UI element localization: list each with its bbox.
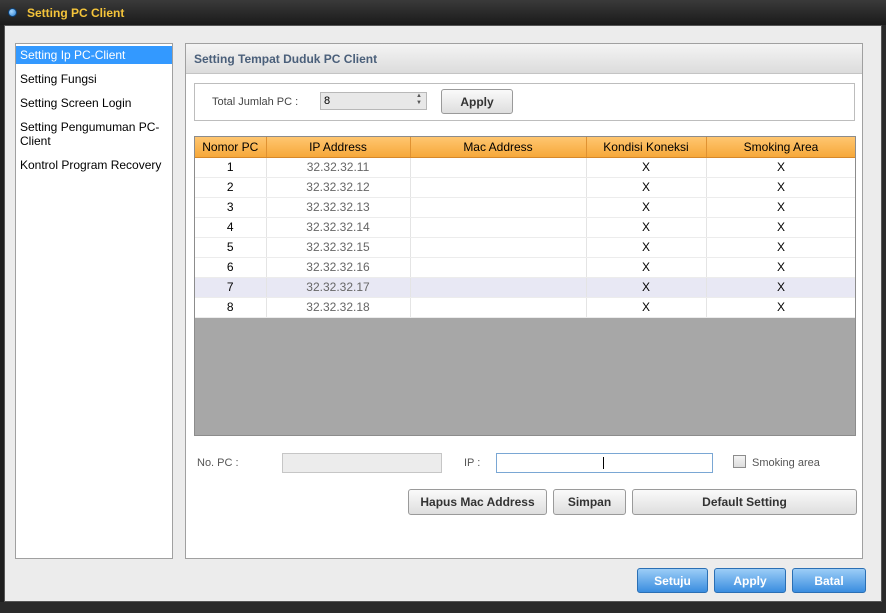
- cell-kondisi-koneksi: X: [586, 297, 707, 318]
- cell-kondisi-koneksi: X: [586, 257, 707, 278]
- cell-smoking-area: X: [706, 177, 855, 198]
- ip-input[interactable]: [496, 453, 713, 473]
- window-title: Setting PC Client: [27, 5, 125, 20]
- cell-mac-address: [410, 257, 587, 278]
- column-header-ip-address[interactable]: IP Address: [266, 137, 411, 158]
- apply-button[interactable]: Apply: [714, 568, 786, 593]
- table-header-row: Nomor PC IP Address Mac Address Kondisi …: [195, 137, 855, 158]
- settings-sidebar: Setting Ip PC-Client Setting Fungsi Sett…: [15, 43, 173, 559]
- cell-nomor-pc: 7: [195, 277, 267, 298]
- cell-mac-address: [410, 197, 587, 218]
- cell-kondisi-koneksi: X: [586, 197, 707, 218]
- total-pc-label: Total Jumlah PC :: [212, 96, 299, 108]
- column-header-mac-address[interactable]: Mac Address: [410, 137, 587, 158]
- cell-mac-address: [410, 217, 587, 238]
- default-setting-button[interactable]: Default Setting: [632, 489, 857, 515]
- cell-ip-address: 32.32.32.12: [266, 177, 411, 198]
- smoking-area-checkbox[interactable]: [733, 455, 746, 468]
- app-icon: [8, 8, 17, 17]
- cell-smoking-area: X: [706, 257, 855, 278]
- total-pc-value: 8: [324, 95, 331, 107]
- table-row[interactable]: 6 32.32.32.16 X X: [195, 257, 855, 278]
- settings-window: Setting Ip PC-Client Setting Fungsi Sett…: [4, 25, 882, 602]
- column-header-smoking-area[interactable]: Smoking Area: [706, 137, 855, 158]
- apply-total-button[interactable]: Apply: [441, 89, 513, 114]
- cell-nomor-pc: 3: [195, 197, 267, 218]
- cell-ip-address: 32.32.32.17: [266, 277, 411, 298]
- total-pc-spinner[interactable]: 8 ▲ ▼: [320, 92, 427, 110]
- table-row[interactable]: 2 32.32.32.12 X X: [195, 177, 855, 198]
- cell-mac-address: [410, 157, 587, 178]
- cell-mac-address: [410, 277, 587, 298]
- pc-client-grid: Nomor PC IP Address Mac Address Kondisi …: [194, 136, 856, 436]
- pc-client-table: Nomor PC IP Address Mac Address Kondisi …: [195, 137, 855, 318]
- setuju-button[interactable]: Setuju: [637, 568, 708, 593]
- hapus-mac-address-button[interactable]: Hapus Mac Address: [408, 489, 547, 515]
- cell-smoking-area: X: [706, 277, 855, 298]
- cell-ip-address: 32.32.32.11: [266, 157, 411, 178]
- cell-smoking-area: X: [706, 237, 855, 258]
- sidebar-item-setting-pengumuman[interactable]: Setting Pengumuman PC-Client: [16, 118, 172, 150]
- cell-nomor-pc: 4: [195, 217, 267, 238]
- cell-nomor-pc: 1: [195, 157, 267, 178]
- spinner-arrows-icon[interactable]: ▲ ▼: [414, 93, 424, 109]
- cell-nomor-pc: 6: [195, 257, 267, 278]
- sidebar-item-setting-ip[interactable]: Setting Ip PC-Client: [16, 46, 172, 64]
- cell-ip-address: 32.32.32.13: [266, 197, 411, 218]
- cell-mac-address: [410, 177, 587, 198]
- table-row[interactable]: 1 32.32.32.11 X X: [195, 157, 855, 178]
- text-caret: [603, 457, 604, 469]
- table-row-selected[interactable]: 7 32.32.32.17 X X: [195, 277, 855, 298]
- cell-nomor-pc: 2: [195, 177, 267, 198]
- sidebar-item-setting-fungsi[interactable]: Setting Fungsi: [16, 70, 172, 88]
- cell-mac-address: [410, 297, 587, 318]
- cell-smoking-area: X: [706, 197, 855, 218]
- no-pc-label: No. PC :: [197, 457, 239, 469]
- background-strip-right: [882, 25, 886, 602]
- cell-smoking-area: X: [706, 157, 855, 178]
- title-bar: Setting PC Client: [0, 0, 886, 25]
- sidebar-item-setting-screen-login[interactable]: Setting Screen Login: [16, 94, 172, 112]
- cell-smoking-area: X: [706, 217, 855, 238]
- cell-smoking-area: X: [706, 297, 855, 318]
- column-header-kondisi-koneksi[interactable]: Kondisi Koneksi: [586, 137, 707, 158]
- background-strip-bottom: [0, 602, 886, 613]
- smoking-area-label: Smoking area: [752, 457, 820, 469]
- table-row[interactable]: 3 32.32.32.13 X X: [195, 197, 855, 218]
- cell-kondisi-koneksi: X: [586, 217, 707, 238]
- simpan-button[interactable]: Simpan: [553, 489, 626, 515]
- cell-nomor-pc: 8: [195, 297, 267, 318]
- batal-button[interactable]: Batal: [792, 568, 866, 593]
- table-row[interactable]: 4 32.32.32.14 X X: [195, 217, 855, 238]
- cell-mac-address: [410, 237, 587, 258]
- cell-ip-address: 32.32.32.14: [266, 217, 411, 238]
- no-pc-field[interactable]: [282, 453, 442, 473]
- cell-kondisi-koneksi: X: [586, 157, 707, 178]
- total-pc-box: Total Jumlah PC : 8 ▲ ▼ Apply: [194, 83, 855, 121]
- sidebar-item-kontrol-recovery[interactable]: Kontrol Program Recovery: [16, 156, 172, 174]
- cell-ip-address: 32.32.32.18: [266, 297, 411, 318]
- settings-panel: Setting Tempat Duduk PC Client Total Jum…: [185, 43, 863, 559]
- cell-kondisi-koneksi: X: [586, 237, 707, 258]
- table-row[interactable]: 8 32.32.32.18 X X: [195, 297, 855, 318]
- cell-ip-address: 32.32.32.16: [266, 257, 411, 278]
- cell-nomor-pc: 5: [195, 237, 267, 258]
- cell-ip-address: 32.32.32.15: [266, 237, 411, 258]
- column-header-nomor-pc[interactable]: Nomor PC: [195, 137, 267, 158]
- panel-title: Setting Tempat Duduk PC Client: [186, 44, 862, 74]
- cell-kondisi-koneksi: X: [586, 177, 707, 198]
- table-row[interactable]: 5 32.32.32.15 X X: [195, 237, 855, 258]
- cell-kondisi-koneksi: X: [586, 277, 707, 298]
- ip-label: IP :: [464, 457, 481, 469]
